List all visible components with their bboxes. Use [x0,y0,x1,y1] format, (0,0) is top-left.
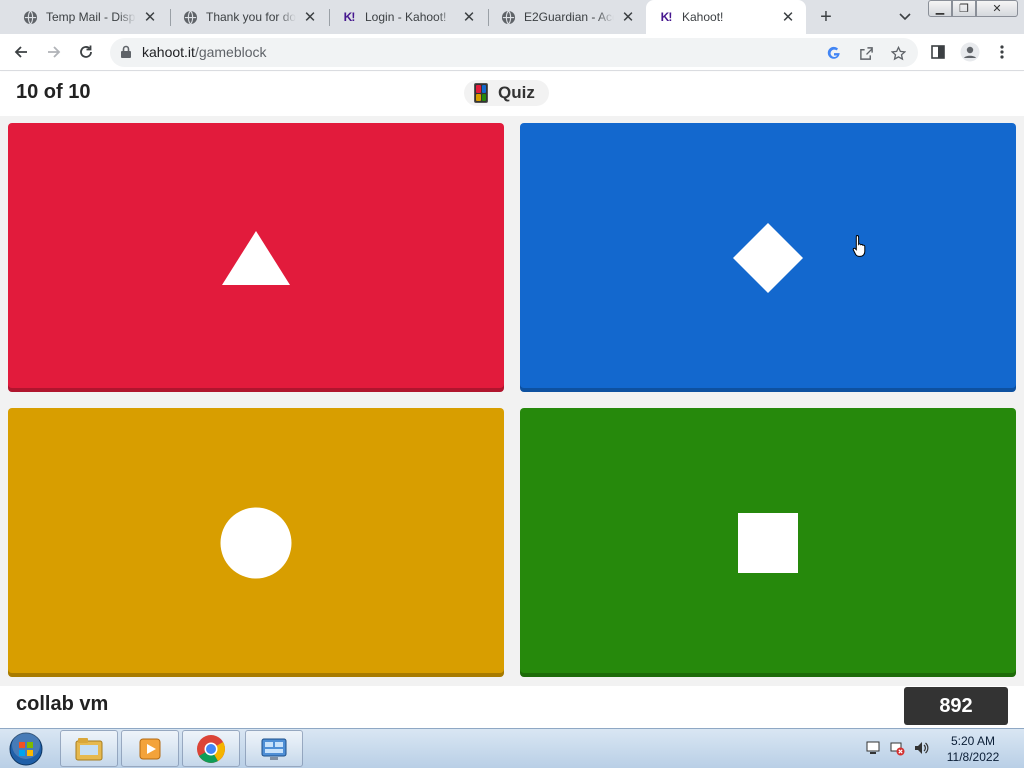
tab-thank-you[interactable]: Thank you for downloading ✕ [170,0,328,34]
lock-icon[interactable] [120,45,134,59]
chrome-icon [197,734,225,763]
back-arrow-icon[interactable] [9,40,33,64]
close-tab-icon[interactable]: ✕ [302,9,318,26]
tab-search-icon[interactable] [895,8,915,26]
question-type-badge: Quiz [464,80,549,106]
circle-icon [220,507,292,578]
game-footer: collab vm 892 [0,686,1024,728]
menu-dots-icon[interactable] [990,40,1014,64]
google-lens-icon[interactable] [824,44,844,62]
close-window-icon[interactable]: ✕ [976,0,1018,17]
tab-title: Temp Mail - Disposable [46,10,136,24]
answer-button-blue[interactable] [520,123,1016,392]
side-panel-icon[interactable] [926,40,950,64]
tab-title: Login - Kahoot! [365,10,455,24]
close-tab-icon[interactable]: ✕ [780,9,796,26]
reload-icon[interactable] [74,40,98,64]
taskbar-media-player[interactable] [121,730,179,767]
taskbar-explorer[interactable] [60,730,118,767]
tab-strip: Temp Mail - Disposable ✕ Thank you for d… [0,0,1024,34]
volume-icon[interactable] [912,739,930,757]
share-icon[interactable] [856,44,876,62]
quiz-icon [474,83,488,103]
taskbar-control-panel[interactable] [245,730,303,767]
tab-title: Kahoot! [682,10,774,24]
url-text: kahoot.it/gameblock [142,44,267,60]
square-icon [738,512,798,573]
player-score: 892 [904,687,1008,725]
clock-time: 5:20 AM [950,734,996,748]
globe-icon [182,9,198,25]
player-nickname: collab vm [16,693,109,715]
kahoot-icon: K! [660,10,673,24]
close-tab-icon[interactable]: ✕ [620,9,636,26]
question-progress: 10 of 10 [16,81,91,103]
windows-taskbar: 5:20 AM 11/8/2022 [0,728,1024,768]
answer-button-yellow[interactable] [8,408,504,677]
minimize-icon[interactable]: ▁ [928,0,952,17]
close-tab-icon[interactable]: ✕ [461,9,477,26]
diamond-icon [733,222,803,293]
answer-button-green[interactable] [520,408,1016,677]
tab-kahoot-login[interactable]: K! Login - Kahoot! ✕ [329,0,487,34]
new-tab-icon[interactable]: + [815,6,837,28]
question-type-label: Quiz [498,83,535,102]
url-host: kahoot.it [142,44,195,60]
address-bar[interactable]: kahoot.it/gameblock [110,38,918,67]
tab-title: Thank you for downloading [206,10,296,24]
forward-arrow-icon[interactable] [42,40,66,64]
windows-start-icon[interactable] [6,730,46,768]
control-panel-icon [261,738,287,760]
hand-cursor-icon [852,234,866,257]
system-clock[interactable]: 5:20 AM 11/8/2022 [940,733,1006,765]
answer-grid [0,116,1024,686]
profile-avatar-icon[interactable] [958,40,982,64]
media-player-icon [139,738,161,759]
answer-button-red[interactable] [8,123,504,392]
restore-icon[interactable]: ❐ [952,0,976,17]
url-path: /gameblock [194,44,267,60]
close-tab-icon[interactable]: ✕ [142,9,158,26]
bookmark-star-icon[interactable] [888,44,908,62]
explorer-icon [75,737,103,760]
globe-icon [22,9,38,25]
tab-e2guardian[interactable]: E2Guardian - Access Denied ✕ [488,0,646,34]
triangle-icon [222,230,290,285]
game-header: 10 of 10 Quiz [0,72,1024,116]
kahoot-icon: K! [343,10,356,24]
clock-date: 11/8/2022 [946,750,1000,764]
action-center-icon[interactable] [864,739,882,757]
tab-temp-mail[interactable]: Temp Mail - Disposable ✕ [10,0,168,34]
tab-title: E2Guardian - Access Denied [524,10,614,24]
taskbar-chrome[interactable] [182,730,240,767]
browser-toolbar: kahoot.it/gameblock [0,34,1024,71]
tab-kahoot-active[interactable]: K! Kahoot! ✕ [646,0,806,34]
network-error-icon[interactable] [888,739,906,757]
globe-icon [500,9,516,25]
